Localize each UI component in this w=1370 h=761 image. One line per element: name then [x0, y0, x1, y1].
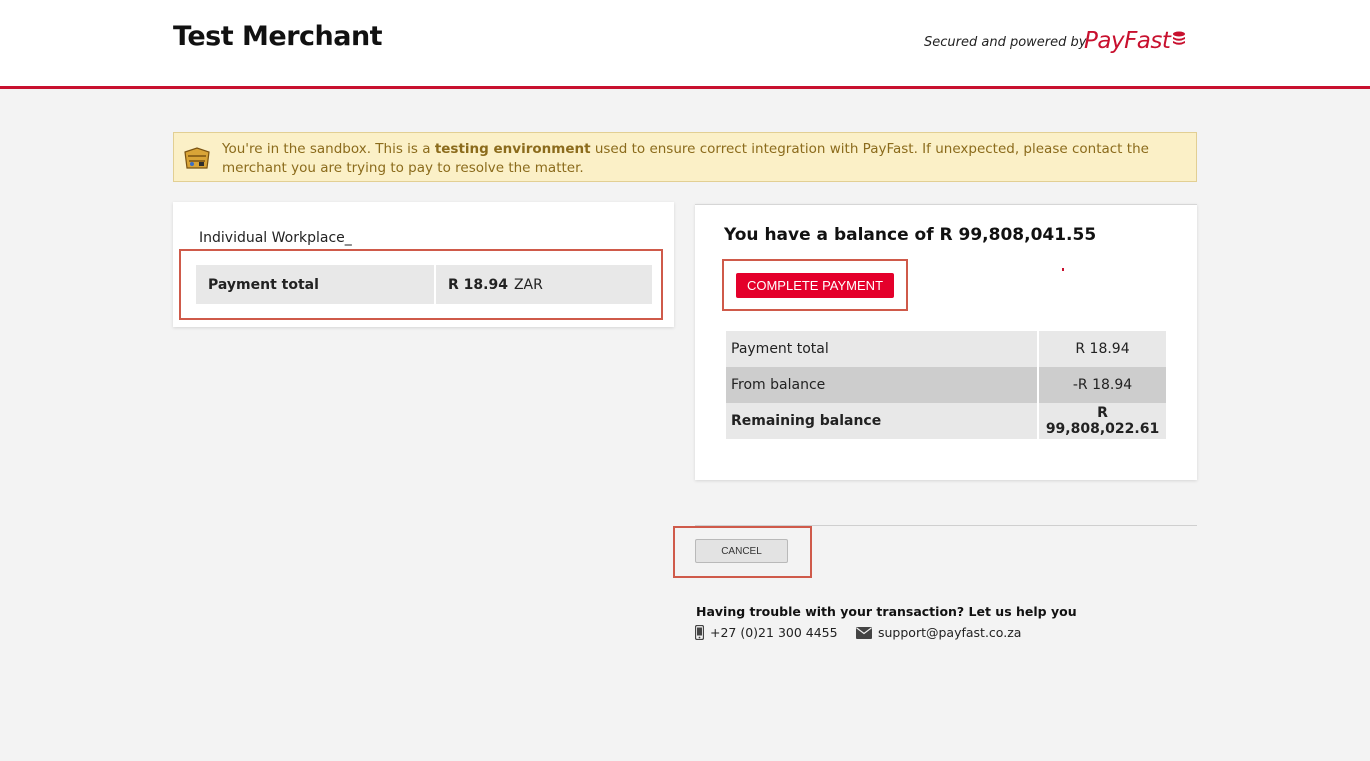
row-label: Remaining balance: [726, 403, 1039, 439]
table-row: From balance -R 18.94: [726, 367, 1166, 403]
payment-total-value: R 18.94 ZAR: [434, 263, 654, 306]
balance-card: You have a balance of R 99,808,041.55 CO…: [695, 204, 1197, 480]
payment-total-label: Payment total: [194, 263, 436, 306]
row-amount: R 99,808,022.61: [1038, 403, 1166, 439]
payment-total-amount: R 18.94: [448, 276, 508, 293]
sandbox-notice: You're in the sandbox. This is a testing…: [173, 132, 1197, 182]
sandbox-text-1: You're in the sandbox. This is a: [222, 141, 435, 157]
header: Test Merchant Secured and powered by Pay…: [0, 0, 1370, 89]
sandbox-message: You're in the sandbox. This is a testing…: [222, 140, 1192, 178]
help-title: Having trouble with your transaction? Le…: [696, 604, 1077, 619]
balance-table: Payment total R 18.94 From balance -R 18…: [726, 331, 1166, 439]
currency-code: ZAR: [513, 276, 543, 293]
sandbox-text-bold: testing environment: [434, 141, 591, 157]
sandbox-icon: [184, 147, 210, 169]
item-name: Individual Workplace_: [199, 230, 352, 246]
email-contact[interactable]: support@payfast.co.za: [856, 625, 1021, 640]
row-amount: -R 18.94: [1038, 367, 1166, 403]
secured-text: Secured and powered by: [924, 35, 1087, 50]
phone-number: +27 (0)21 300 4455: [710, 625, 838, 640]
row-label: Payment total: [726, 331, 1039, 367]
balance-title: You have a balance of R 99,808,041.55: [724, 225, 1097, 245]
red-dot: [1062, 268, 1064, 271]
coins-icon: [1173, 31, 1185, 45]
phone-icon: [695, 625, 704, 640]
complete-payment-button[interactable]: COMPLETE PAYMENT: [736, 273, 894, 298]
order-summary-card: Individual Workplace_ Payment total R 18…: [173, 202, 674, 327]
envelope-icon: [856, 626, 872, 639]
merchant-name: Test Merchant: [173, 21, 383, 52]
payfast-logo[interactable]: PayFast: [1084, 28, 1171, 54]
row-amount: R 18.94: [1038, 331, 1166, 367]
phone-contact[interactable]: +27 (0)21 300 4455: [695, 625, 838, 640]
payment-total-table: Payment total R 18.94 ZAR: [194, 263, 654, 306]
email-address: support@payfast.co.za: [878, 625, 1022, 640]
table-row: Remaining balance R 99,808,022.61: [726, 403, 1166, 439]
table-row: Payment total R 18.94: [726, 331, 1166, 367]
cancel-button[interactable]: CANCEL: [695, 539, 788, 563]
row-label: From balance: [726, 367, 1039, 403]
divider: [695, 525, 1197, 526]
payment-total-row: Payment total R 18.94 ZAR: [194, 263, 654, 306]
